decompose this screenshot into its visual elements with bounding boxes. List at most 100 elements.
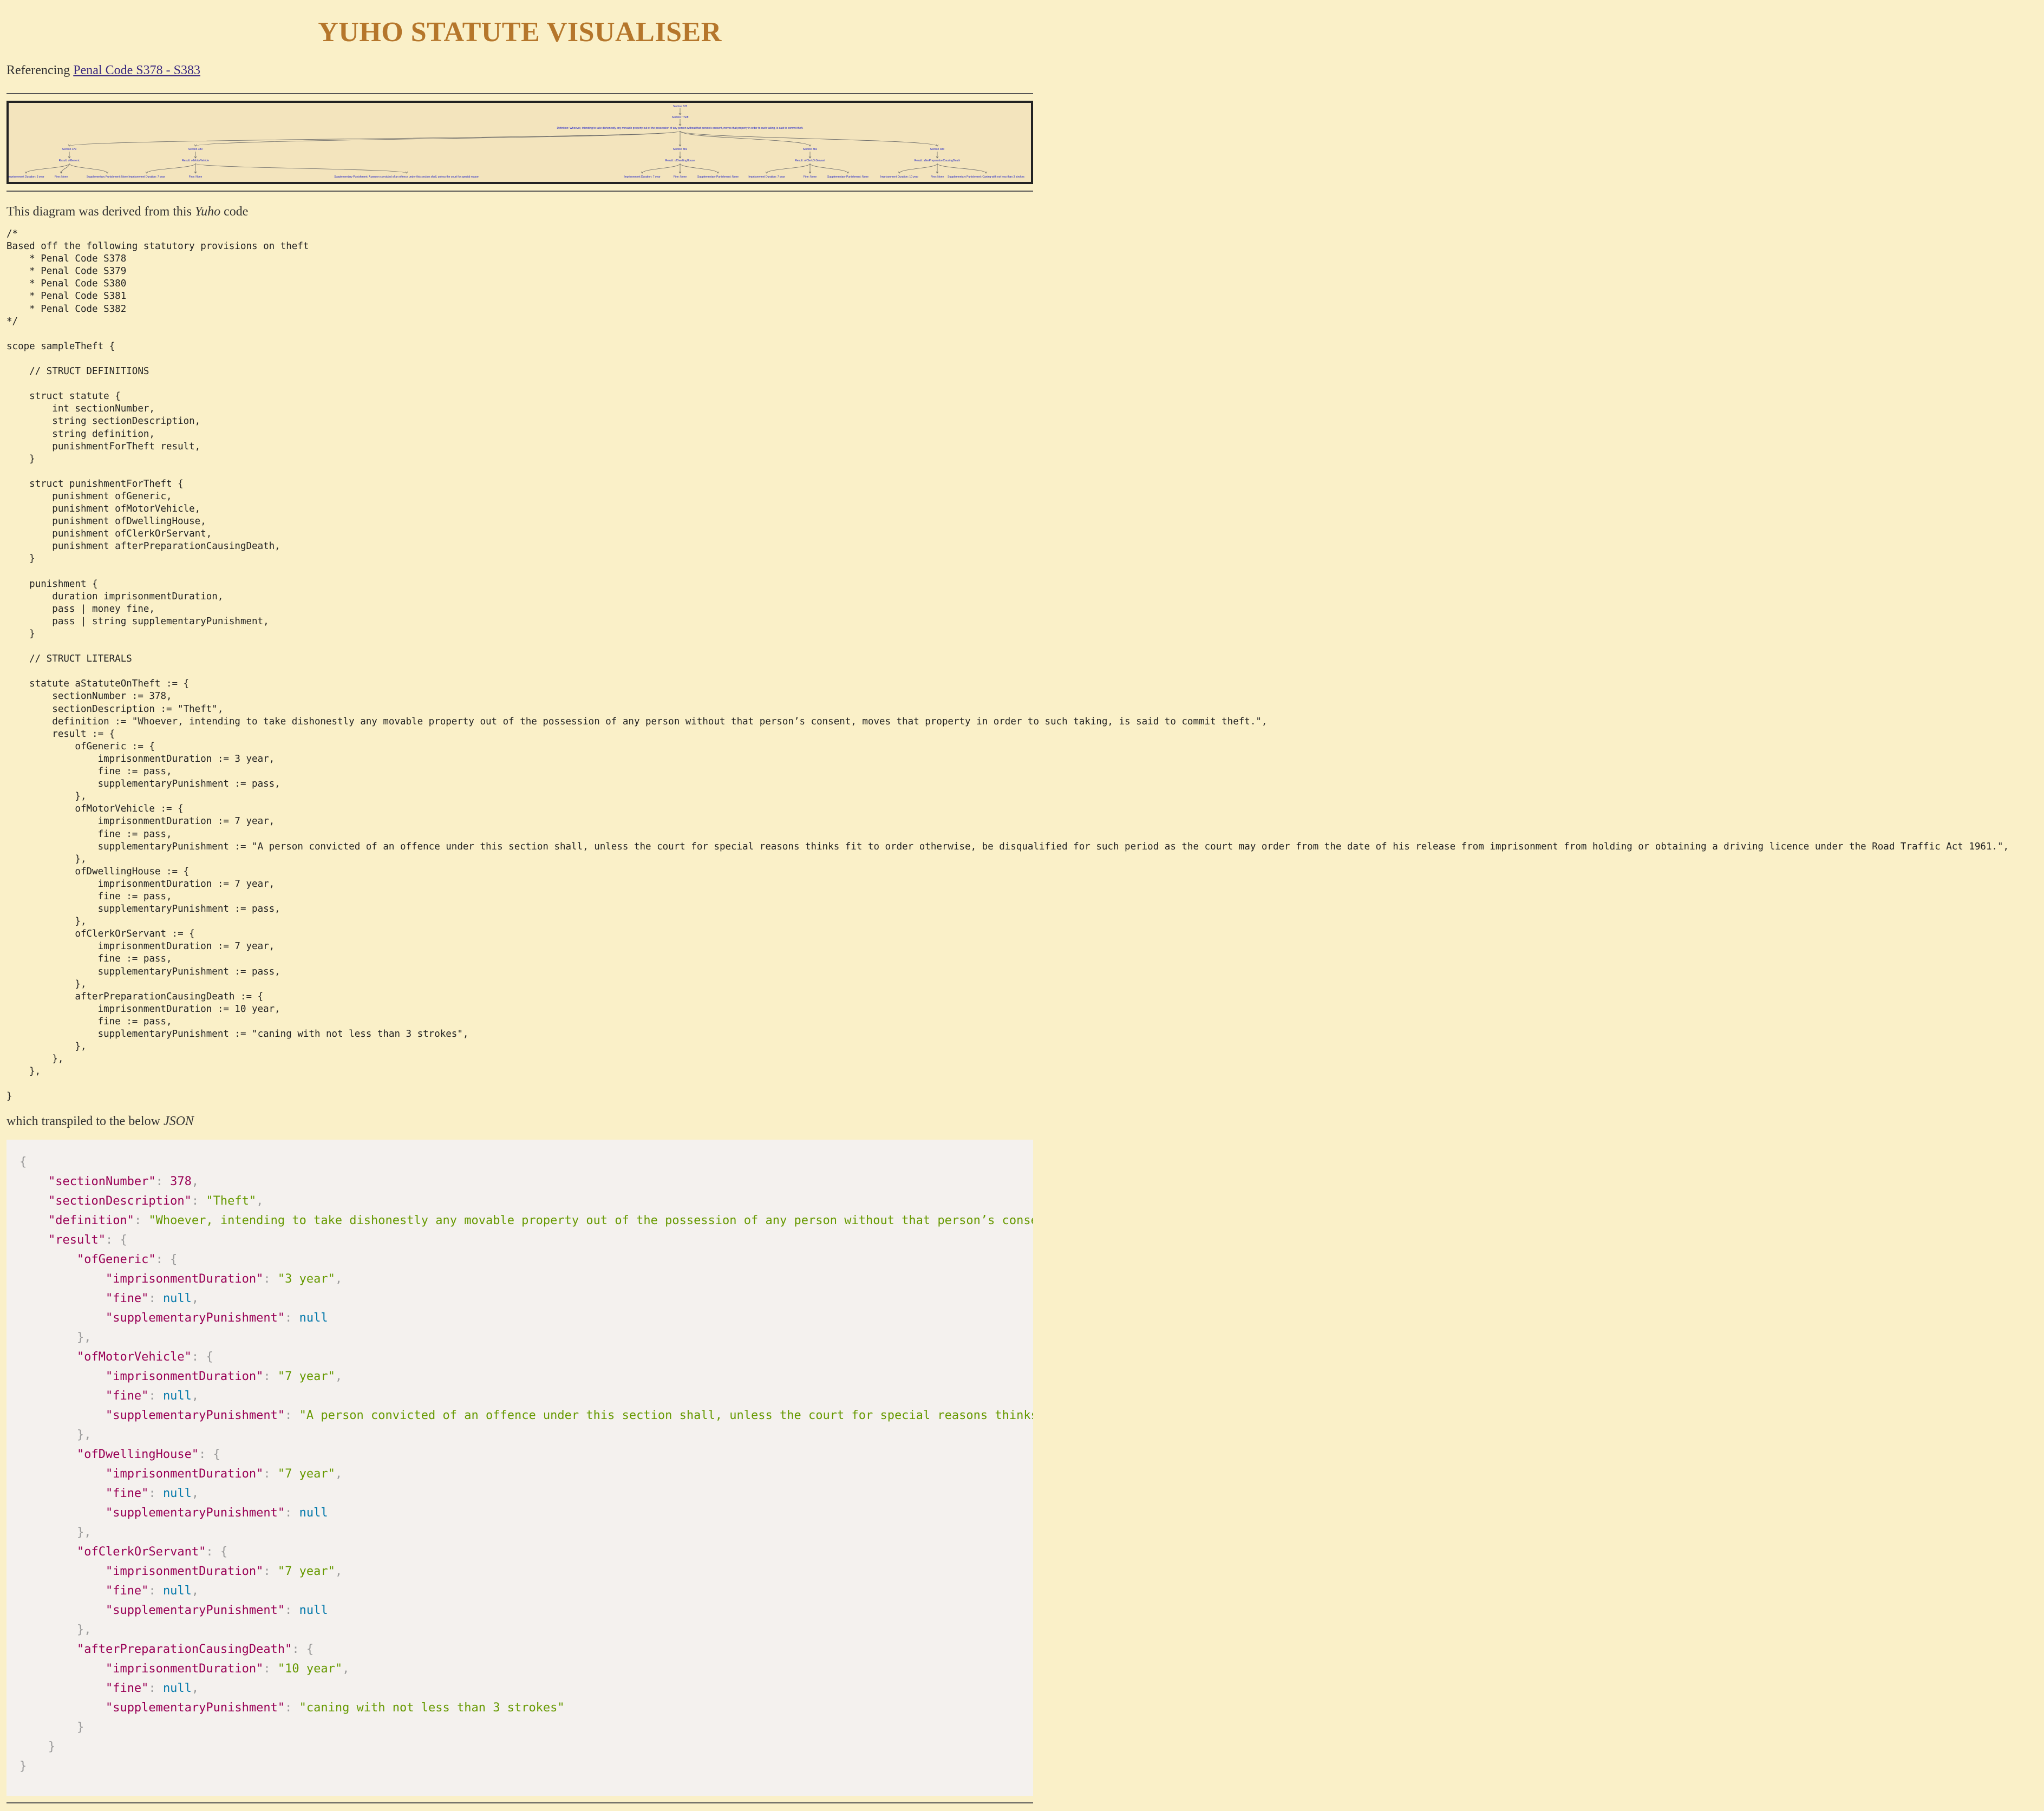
tree-leaf-node: Imprisonment Duration: 3 year	[9, 175, 44, 179]
tree-leaf-node: Imprisonment Duration: 7 year	[128, 175, 165, 179]
tree-edge	[809, 163, 848, 174]
json-punct: :	[285, 1506, 299, 1520]
divider	[6, 93, 1033, 94]
tree-section-node: Section 382	[803, 148, 818, 151]
json-punct: :	[285, 1408, 299, 1422]
json-key: "imprisonmentDuration"	[105, 1467, 264, 1481]
statute-diagram[interactable]: Section 378 Section: Theft Definition: Who…	[6, 101, 1033, 184]
json-key: "supplementaryPunishment"	[105, 1408, 285, 1422]
json-punct: },	[76, 1525, 92, 1539]
json-key: "fine"	[105, 1291, 149, 1305]
json-value: 378	[170, 1174, 192, 1188]
tree-section-node: Section 383	[930, 148, 945, 151]
json-punct: :	[155, 1174, 171, 1188]
json-punct: : {	[206, 1545, 228, 1559]
tree-description-node: Section: Theft	[672, 116, 689, 119]
json-value: null	[299, 1603, 328, 1617]
tree-leaf-node: Fine: None	[804, 175, 817, 179]
tree-edge	[680, 130, 938, 147]
json-value: "7 year"	[277, 1467, 335, 1481]
reference-line: Referencing Penal Code S378 - S383	[6, 63, 1033, 78]
json-key: "imprisonmentDuration"	[105, 1564, 264, 1578]
json-punct: },	[76, 1623, 92, 1637]
json-punct: :	[285, 1603, 299, 1617]
json-punct: ,	[191, 1389, 199, 1403]
tree-arrow	[846, 171, 850, 174]
tree-edge	[195, 130, 681, 147]
tree-leaf-node: Imprisonment Duration: 10 year	[880, 175, 918, 179]
tree-leaf-node: Fine: None	[674, 175, 687, 179]
json-punct: ,	[191, 1584, 199, 1598]
tree-arrow	[936, 144, 939, 147]
tree-arrow	[145, 171, 148, 174]
tree-edge	[680, 130, 811, 147]
json-key: "definition"	[48, 1213, 134, 1227]
derived-lang: Yuho	[194, 205, 221, 219]
json-punct: :	[134, 1213, 149, 1227]
page: YUHO STATUTE VISUALISER Referencing Pena…	[6, 0, 2009, 1803]
json-key: "fine"	[105, 1681, 149, 1695]
json-punct: :	[148, 1584, 163, 1598]
json-value: null	[162, 1389, 192, 1403]
tree-result-group-node: Result: ofGeneric	[59, 159, 80, 162]
reference-prefix: Referencing	[6, 63, 74, 77]
json-key: "ofDwellingHouse"	[76, 1447, 199, 1461]
json-value: "7 year"	[277, 1564, 335, 1578]
json-output-panel[interactable]: { "sectionNumber": 378, "sectionDescript…	[6, 1139, 1033, 1796]
json-punct: },	[76, 1428, 92, 1442]
tree-arrow	[984, 171, 988, 174]
json-key: "afterPreparationCausingDeath"	[76, 1642, 292, 1656]
tree-arrow	[765, 171, 768, 174]
json-punct: ,	[335, 1272, 343, 1286]
json-key: "ofMotorVehicle"	[76, 1350, 192, 1364]
divider	[6, 191, 1033, 192]
tree-edge	[766, 163, 811, 174]
tree-arrow	[641, 171, 644, 174]
json-punct: :	[285, 1701, 299, 1715]
json-value: null	[162, 1584, 192, 1598]
tree-root-node: Section 378	[673, 105, 688, 108]
json-punct: },	[76, 1330, 92, 1344]
json-punct: :	[148, 1389, 163, 1403]
json-punct: : {	[105, 1233, 127, 1247]
json-key: "ofGeneric"	[76, 1252, 156, 1266]
tree-edge	[642, 163, 681, 174]
json-punct: :	[263, 1369, 278, 1383]
json-value: "A person convicted of an offence under …	[299, 1408, 1033, 1422]
json-punct: ,	[342, 1662, 350, 1676]
tree-leaf-node: Imprisonment Duration: 7 year	[748, 175, 785, 179]
json-key: "supplementaryPunishment"	[105, 1603, 285, 1617]
json-value: "3 year"	[277, 1272, 335, 1286]
tree-arrow	[405, 171, 408, 174]
json-key: "fine"	[105, 1389, 149, 1403]
derived-prefix: This diagram was derived from this	[6, 205, 195, 219]
tree-edge	[25, 163, 70, 174]
json-punct: : {	[191, 1350, 213, 1364]
tree-arrow	[808, 144, 812, 147]
tree-result-group-node: Result: ofMotorVehicle	[182, 159, 209, 162]
json-punct: ,	[191, 1681, 199, 1695]
json-value: null	[299, 1311, 328, 1325]
json-key: "ofClerkOrServant"	[76, 1545, 206, 1559]
json-key: "imprisonmentDuration"	[105, 1662, 264, 1676]
statute-tree-svg: Section 378 Section: Theft Definition: Who…	[9, 105, 1024, 179]
divider	[6, 1802, 1033, 1803]
json-value: "Whoever, intending to take dishonestly …	[148, 1213, 1033, 1227]
tree-arrow	[194, 144, 197, 147]
json-punct: :	[148, 1291, 163, 1305]
transpiled-caption: which transpiled to the below JSON	[6, 1114, 1033, 1129]
json-value: "caning with not less than 3 strokes"	[299, 1701, 565, 1715]
json-punct: }	[48, 1740, 56, 1754]
tree-leaf-node: Supplementary Punishment: None	[87, 175, 128, 179]
tree-arrow	[716, 171, 720, 174]
penal-code-link[interactable]: Penal Code S378 - S383	[73, 63, 200, 77]
tree-section-node: Section 381	[673, 148, 688, 151]
tree-section-node: Section 379	[62, 148, 77, 151]
json-punct: ,	[335, 1467, 343, 1481]
tree-edge	[69, 130, 681, 147]
json-punct: :	[263, 1564, 278, 1578]
json-value: "10 year"	[277, 1662, 343, 1676]
json-punct: ,	[191, 1486, 199, 1500]
page-title: YUHO STATUTE VISUALISER	[318, 17, 722, 48]
json-punct: :	[263, 1272, 278, 1286]
